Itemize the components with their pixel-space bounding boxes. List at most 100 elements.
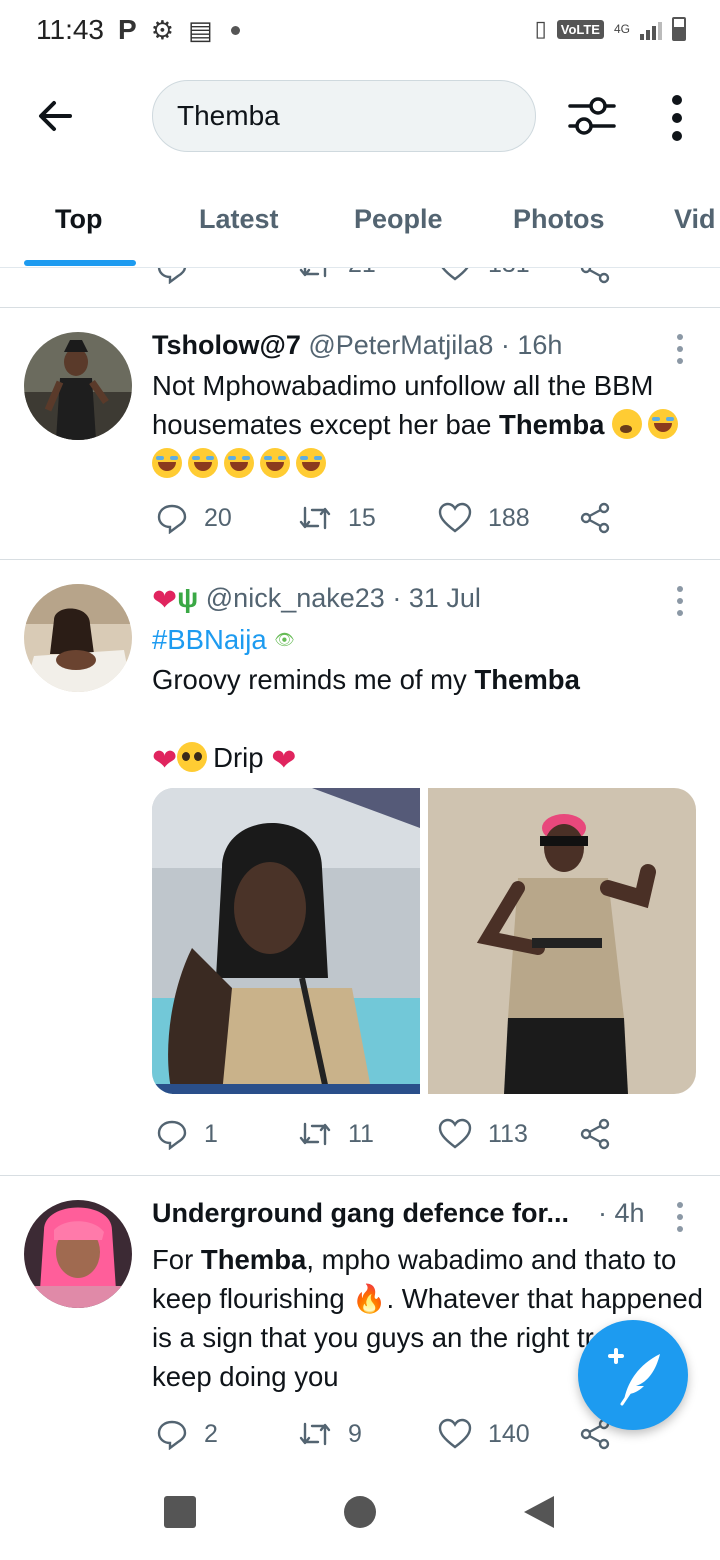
tweet-text-body: Groovy reminds me of my xyxy=(152,664,467,695)
red-heart-emoji-icon: ❤ xyxy=(152,584,178,617)
separator-dot: · xyxy=(500,330,510,360)
active-tab-indicator xyxy=(24,260,136,266)
back-arrow-icon[interactable] xyxy=(30,90,82,142)
red-heart-emoji-icon: ❤ xyxy=(152,744,178,777)
like-icon[interactable] xyxy=(438,268,472,282)
retweet-action[interactable]: 15 xyxy=(298,502,376,534)
fire-emoji-icon: 🔥 xyxy=(352,1283,387,1314)
like-action[interactable]: 188 xyxy=(438,502,530,534)
reply-icon[interactable] xyxy=(156,502,188,534)
tab-photos[interactable]: Photos xyxy=(513,204,605,235)
eye-emoji-icon: 👁 xyxy=(274,632,295,649)
separator-dot: · xyxy=(392,583,402,613)
tears-of-joy-emoji-icon xyxy=(296,448,326,478)
tweet-text: #BBNaija 👁 Groovy reminds me of my Themb… xyxy=(152,620,700,780)
previous-tweet-actions: 21 131 xyxy=(0,268,720,308)
like-action[interactable]: 140 xyxy=(438,1418,530,1450)
like-count: 113 xyxy=(488,1119,528,1148)
retweet-icon[interactable] xyxy=(298,502,332,534)
status-time: 11:43 xyxy=(36,14,104,45)
tab-videos[interactable]: Vid xyxy=(674,204,716,235)
signal-strength-icon xyxy=(640,18,662,40)
tab-latest[interactable]: Latest xyxy=(199,204,279,235)
tweet-header: Tsholow@7 @PeterMatjila8 · 16h xyxy=(152,330,562,361)
reply-count: 2 xyxy=(204,1419,218,1448)
retweet-count: 9 xyxy=(348,1419,362,1448)
search-filter-icon[interactable] xyxy=(562,86,622,146)
display-name[interactable]: ❤ψ xyxy=(152,582,199,617)
news-notification-icon: ▤ xyxy=(188,14,213,45)
reply-icon[interactable] xyxy=(156,1418,188,1450)
tears-of-joy-emoji-icon xyxy=(648,409,679,439)
status-bar: 11:43 P ⚙ ▤ ▯ VoLTE 4G xyxy=(0,0,720,64)
like-icon[interactable] xyxy=(438,1118,472,1150)
tweet-card[interactable]: ❤ψ @nick_nake23 · 31 Jul #BBNaija 👁 Groo… xyxy=(0,560,720,1176)
tears-of-joy-emoji-icon xyxy=(224,448,254,478)
cactus-emoji-icon: ψ xyxy=(177,582,199,613)
compose-tweet-button[interactable] xyxy=(578,1320,688,1430)
search-input[interactable]: Themba xyxy=(152,80,536,152)
retweet-icon[interactable] xyxy=(298,1418,332,1450)
retweet-action[interactable]: 11 xyxy=(298,1118,374,1150)
retweet-action[interactable]: 9 xyxy=(298,1418,362,1450)
tweet-media-image[interactable] xyxy=(152,788,420,1094)
recent-apps-button[interactable] xyxy=(164,1496,196,1528)
tweet-text: Not Mphowabadimo unfollow all the BBM ho… xyxy=(152,366,700,483)
red-heart-emoji-icon: ❤ xyxy=(271,744,297,777)
tweet-time: 31 Jul xyxy=(408,583,481,613)
retweet-count: 15 xyxy=(348,503,376,532)
tweet-options-icon[interactable] xyxy=(668,1200,692,1234)
share-icon[interactable] xyxy=(578,502,612,534)
tab-top[interactable]: Top xyxy=(55,204,102,235)
system-back-button[interactable] xyxy=(522,1494,556,1530)
system-navigation-bar xyxy=(0,1460,720,1560)
retweet-icon[interactable] xyxy=(298,1118,332,1150)
retweet-icon[interactable] xyxy=(298,268,332,282)
tweet-text-prefix: For xyxy=(152,1244,194,1275)
network-type-label: 4G xyxy=(613,21,630,36)
reply-icon[interactable] xyxy=(156,268,188,284)
display-name[interactable]: Underground gang defence for... xyxy=(152,1198,569,1228)
search-term-highlight: Themba xyxy=(474,664,580,695)
display-name[interactable]: Tsholow@7 xyxy=(152,330,301,360)
parking-notification-icon: P xyxy=(118,14,137,45)
tweet-options-icon[interactable] xyxy=(668,584,692,618)
status-notification-icons: P ⚙ ▤ xyxy=(118,14,240,46)
user-avatar[interactable] xyxy=(24,332,132,440)
home-button[interactable] xyxy=(344,1496,376,1528)
yawning-face-emoji-icon xyxy=(612,409,643,439)
user-handle[interactable]: @nick_nake23 xyxy=(206,583,385,613)
hashtag-link[interactable]: #BBNaija xyxy=(152,624,267,655)
search-term-highlight: Themba xyxy=(499,409,605,440)
settings-notification-icon: ⚙ xyxy=(150,14,174,45)
tweet-header: Underground gang defence for... · 4h xyxy=(152,1198,652,1229)
like-count: 188 xyxy=(488,503,530,532)
overflow-menu-icon[interactable] xyxy=(660,90,694,146)
tweet-card[interactable]: Tsholow@7 @PeterMatjila8 · 16h Not Mphow… xyxy=(0,308,720,560)
like-icon[interactable] xyxy=(438,1418,472,1450)
reply-action[interactable]: 1 xyxy=(156,1118,218,1150)
reply-count: 20 xyxy=(204,503,232,532)
like-icon[interactable] xyxy=(438,502,472,534)
volte-badge: VoLTE xyxy=(556,19,604,39)
user-handle[interactable]: @PeterMatjila8 xyxy=(308,330,493,360)
more-notifications-dot-icon xyxy=(230,25,240,35)
tweet-media-image[interactable] xyxy=(428,788,696,1094)
tab-people[interactable]: People xyxy=(354,204,443,235)
share-icon[interactable] xyxy=(578,268,612,284)
tweet-options-icon[interactable] xyxy=(668,332,692,366)
reply-action[interactable]: 20 xyxy=(156,502,232,534)
reply-action[interactable]: 2 xyxy=(156,1418,218,1450)
separator-dot: · xyxy=(598,1198,607,1228)
tears-of-joy-emoji-icon xyxy=(188,448,218,478)
like-count: 140 xyxy=(488,1419,530,1448)
like-action[interactable]: 113 xyxy=(438,1118,528,1150)
tweet-time-group: · 4h xyxy=(598,1198,645,1229)
search-results-feed[interactable]: 21 131 Tsholow@7 @PeterMatjila8 · 16h xyxy=(0,268,720,1460)
user-avatar[interactable] xyxy=(24,1200,132,1308)
tears-of-joy-emoji-icon xyxy=(152,448,182,478)
reply-icon[interactable] xyxy=(156,1118,188,1150)
retweet-count: 11 xyxy=(348,1119,374,1148)
user-avatar[interactable] xyxy=(24,584,132,692)
share-icon[interactable] xyxy=(578,1118,612,1150)
